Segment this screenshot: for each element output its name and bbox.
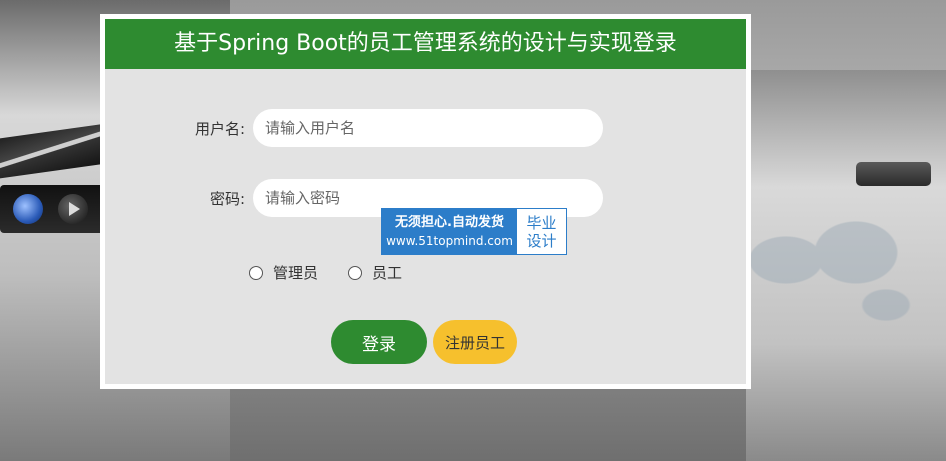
- watermark-line1: 无须担心.自动发货: [395, 214, 504, 230]
- role-option-admin[interactable]: 管理员: [249, 262, 318, 283]
- watermark-text-block: 无须担心.自动发货 www.51topmind.com: [382, 209, 517, 254]
- watermark-badge-line2: 设计: [526, 231, 557, 250]
- role-option-employee[interactable]: 员工: [348, 262, 402, 283]
- username-label: 用户名:: [194, 119, 245, 138]
- login-panel: 基于Spring Boot的员工管理系统的设计与实现登录 用户名: 密码: 管理…: [100, 14, 751, 389]
- globe-icon: [13, 194, 43, 224]
- login-button[interactable]: 登录: [331, 320, 427, 364]
- login-panel-body: 基于Spring Boot的员工管理系统的设计与实现登录 用户名: 密码: 管理…: [105, 19, 746, 384]
- watermark-line2: www.51topmind.com: [386, 233, 513, 248]
- role-radio-group: 管理员 员工: [249, 262, 432, 283]
- role-admin-label: 管理员: [273, 264, 319, 282]
- role-employee-label: 员工: [372, 264, 403, 282]
- watermark-badge-line1: 毕业: [526, 213, 557, 232]
- watermark-badge: 无须担心.自动发货 www.51topmind.com 毕业 设计: [381, 208, 567, 255]
- register-employee-button[interactable]: 注册员工: [433, 320, 517, 364]
- page-title: 基于Spring Boot的员工管理系统的设计与实现登录: [105, 19, 746, 69]
- background-dark-bar: [856, 162, 931, 186]
- radio-circle-icon[interactable]: [249, 265, 263, 280]
- radio-circle-icon[interactable]: [348, 265, 363, 280]
- password-label: 密码:: [209, 189, 245, 208]
- username-row: 用户名:: [105, 109, 603, 147]
- play-icon: [58, 194, 88, 224]
- watermark-stamp: 毕业 设计: [517, 209, 566, 254]
- username-input[interactable]: [253, 109, 603, 147]
- background-world-map: [726, 200, 926, 350]
